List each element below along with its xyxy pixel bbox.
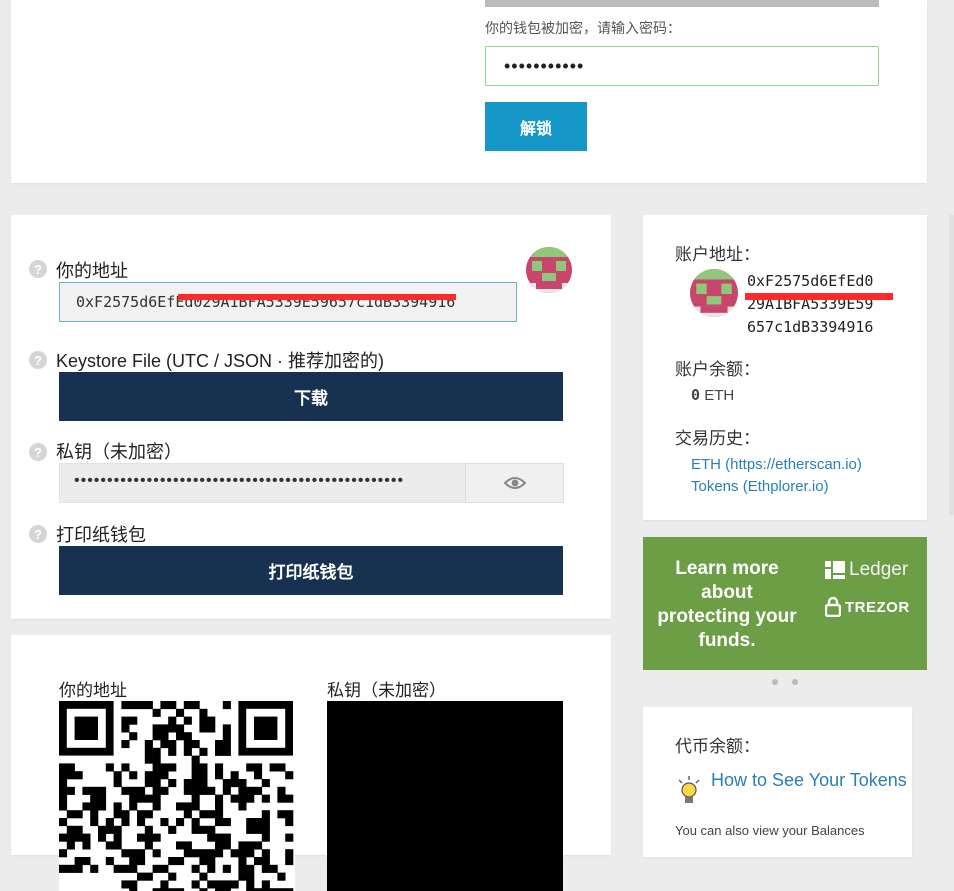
privkey-qr-code (327, 701, 563, 891)
download-button[interactable]: 下载 (59, 372, 563, 421)
how-to-see-tokens-link[interactable]: How to See Your Tokens (711, 769, 907, 791)
help-icon[interactable]: ? (29, 525, 47, 543)
balance-unit: ETH (704, 387, 735, 404)
lock-icon (825, 597, 841, 617)
help-icon[interactable]: ? (29, 443, 47, 461)
account-address-title: 账户地址： (675, 245, 760, 264)
address-qr-code (59, 701, 295, 891)
carousel-dot[interactable] (772, 679, 778, 685)
wallet-details-card: ? 你的地址 0xF2575d6EfEd029A1BFA5339E59657c1… (11, 215, 611, 619)
trezor-logo: TREZOR (825, 597, 910, 617)
password-input[interactable]: ••••••••••• (485, 46, 879, 86)
token-balances-title: 代币余额： (675, 737, 760, 756)
balance-title: 账户余额： (675, 360, 760, 379)
qr-address-label: 你的地址 (59, 681, 127, 700)
etherscan-link[interactable]: ETH (https://etherscan.io) (691, 456, 862, 473)
show-privkey-button[interactable] (465, 463, 564, 503)
help-icon[interactable]: ? (29, 260, 47, 278)
history-title: 交易历史： (675, 429, 760, 448)
print-label: 打印纸钱包 (56, 525, 146, 545)
account-address-value: 0xF2575d6EfEd0 29A1BFA5339E59 657c1dB339… (747, 272, 874, 336)
keystore-label: Keystore File (UTC / JSON · 推荐加密的) (56, 351, 385, 371)
redaction-mark (745, 293, 893, 300)
ledger-icon (825, 561, 845, 579)
address-label: 你的地址 (56, 261, 128, 281)
token-balances-card: 代币余额： How to See Your Tokens You can als… (643, 707, 912, 857)
eye-icon (503, 477, 526, 489)
help-icon[interactable]: ? (29, 351, 47, 369)
privkey-field[interactable]: ••••••••••••••••••••••••••••••••••••••••… (59, 463, 466, 503)
qr-card: 你的地址 私钥（未加密） (11, 635, 611, 891)
hardware-wallet-banner[interactable]: Learn more about protecting your funds. … (643, 537, 927, 670)
unlock-card: 你的钱包被加密，请输入密码： ••••••••••• 解锁 (11, 0, 927, 183)
carousel-dot[interactable] (792, 679, 798, 685)
account-info-card: 账户地址： 0xF2575d6EfEd0 29A1BFA5339E59 657c… (643, 215, 927, 520)
redaction-mark (178, 294, 456, 300)
banner-text: Learn more about protecting your funds. (657, 558, 797, 651)
account-identicon (690, 269, 738, 317)
token-note: You can also view your Balances (675, 823, 865, 838)
unlock-button[interactable]: 解锁 (485, 102, 587, 151)
balance-value: 0 ETH (691, 386, 734, 404)
address-field[interactable]: 0xF2575d6EfEd029A1BFA5339E59657c1dB33949… (59, 282, 517, 322)
privkey-label: 私钥（未加密） (56, 442, 182, 462)
password-label: 你的钱包被加密，请输入密码： (485, 20, 681, 36)
password-value: ••••••••••• (504, 56, 585, 76)
identicon-avatar (526, 247, 572, 293)
print-paper-wallet-button[interactable]: 打印纸钱包 (59, 546, 563, 595)
lightbulb-icon (678, 776, 700, 803)
privkey-value: ••••••••••••••••••••••••••••••••••••••••… (74, 472, 405, 489)
top-divider (485, 0, 879, 7)
balance-amount: 0 (691, 386, 701, 404)
qr-privkey-label: 私钥（未加密） (327, 681, 446, 700)
ethplorer-link[interactable]: Tokens (Ethplorer.io) (691, 478, 829, 495)
scrollbar[interactable] (949, 215, 954, 515)
ledger-logo: Ledger (825, 559, 908, 581)
